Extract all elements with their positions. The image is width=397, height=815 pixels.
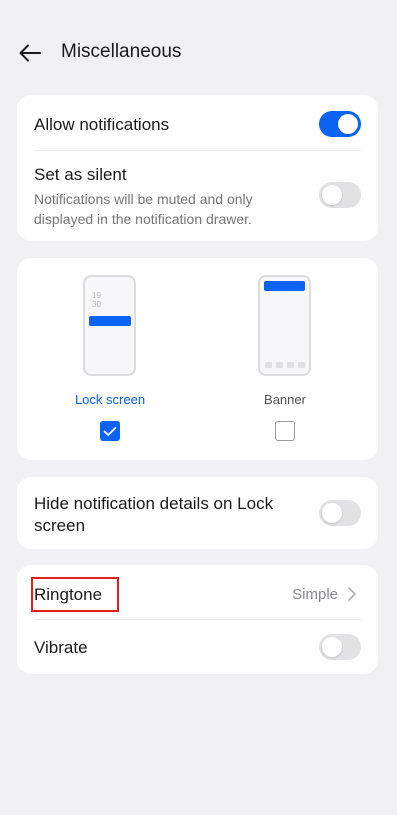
banner-preview[interactable]: [258, 275, 311, 376]
set-as-silent-description-line1: Notifications will be muted and only: [34, 191, 253, 207]
toggle-knob: [338, 114, 358, 134]
ringtone-value[interactable]: Simple: [292, 586, 338, 603]
preview-clock-minute: 30: [92, 300, 101, 309]
set-as-silent-label: Set as silent: [34, 165, 127, 184]
hide-details-label-line1: Hide notification details on Lock: [34, 494, 274, 513]
ringtone-label[interactable]: Ringtone: [34, 585, 102, 605]
hide-details-label: Hide notification details on Lock screen: [34, 493, 273, 537]
status-bar: [0, 0, 397, 6]
preview-notification-bar: [89, 316, 131, 326]
chevron-right-icon: [348, 587, 356, 601]
toggle-knob: [322, 503, 342, 523]
lock-screen-checkbox[interactable]: [100, 421, 120, 441]
lock-screen-preview[interactable]: 19 30: [83, 275, 136, 376]
page-title: Miscellaneous: [61, 41, 182, 62]
back-arrow-icon: [19, 44, 41, 62]
vibrate-label: Vibrate: [34, 638, 88, 657]
notification-settings-card: Allow notifications Set as silent Notifi…: [17, 95, 378, 241]
header: Miscellaneous: [0, 36, 397, 70]
sound-card: Ringtone Simple Vibrate: [17, 565, 378, 674]
preview-dock: [265, 362, 305, 368]
set-as-silent-description-line2: displayed in the notification drawer.: [34, 211, 252, 227]
preview-clock: 19 30: [92, 291, 101, 309]
preview-clock-hour: 19: [92, 291, 101, 300]
vibrate-toggle[interactable]: [319, 634, 361, 660]
allow-notifications-label: Allow notifications: [34, 115, 170, 134]
banner-label: Banner: [264, 392, 306, 407]
hide-details-card: Hide notification details on Lock screen: [17, 477, 378, 549]
back-button[interactable]: [14, 38, 46, 68]
toggle-knob: [322, 185, 342, 205]
banner-checkbox[interactable]: [275, 421, 295, 441]
hide-details-label-line2: screen: [34, 516, 86, 535]
divider: [34, 619, 361, 620]
hide-details-toggle[interactable]: [319, 500, 361, 526]
notification-style-card: 19 30 Lock screen Banner: [17, 258, 378, 460]
lock-screen-label: Lock screen: [74, 392, 146, 407]
allow-notifications-toggle[interactable]: [319, 111, 361, 137]
checkmark-icon: [103, 426, 117, 436]
preview-banner-bar: [264, 281, 305, 291]
set-as-silent-toggle[interactable]: [319, 182, 361, 208]
toggle-knob: [322, 637, 342, 657]
divider: [34, 150, 361, 151]
